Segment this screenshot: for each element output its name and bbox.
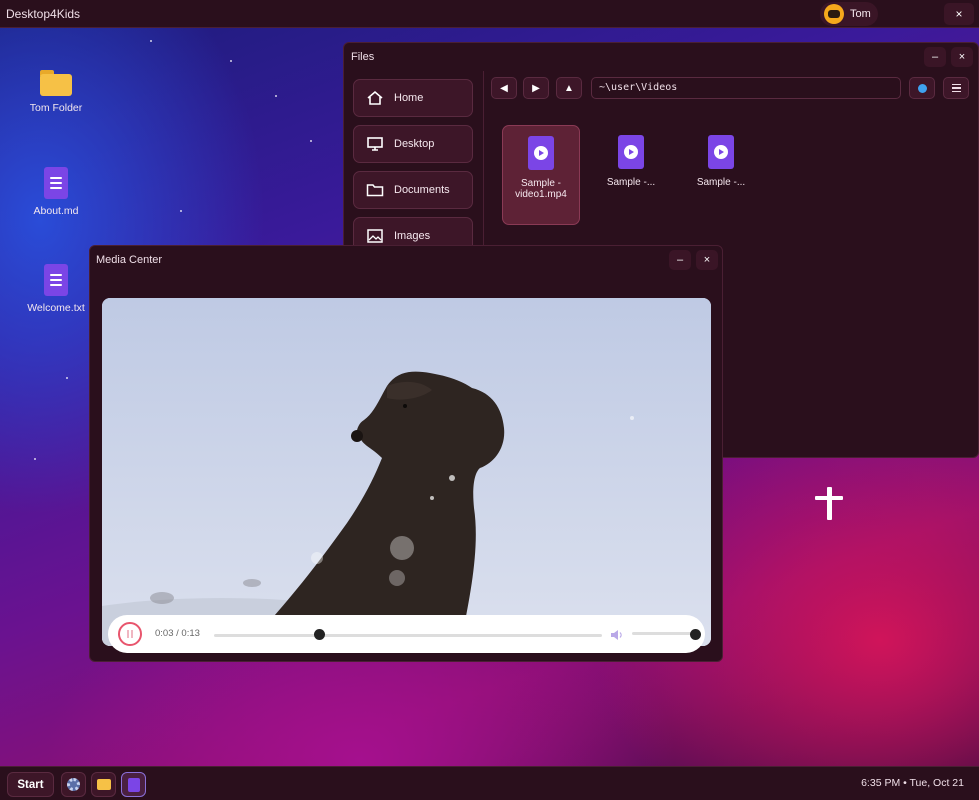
taskbar: Start 6:35 PM • Tue, Oct 21 [0, 766, 979, 800]
video-file-icon [528, 136, 554, 170]
menu-icon [951, 83, 961, 93]
media-title: Media Center [96, 254, 163, 266]
video-frame [102, 298, 711, 646]
file-name: Sample - video1.mp4 [515, 178, 567, 200]
file-name: Sample -... [606, 177, 656, 188]
close-button[interactable]: × [951, 47, 973, 67]
sidebar-item-label: Desktop [394, 138, 435, 150]
star [66, 377, 68, 379]
document-icon [44, 264, 68, 296]
file-name: Sample -... [696, 177, 746, 188]
gear-icon [67, 778, 80, 791]
folder-icon [96, 779, 111, 790]
seek-bar[interactable] [214, 634, 602, 637]
close-button[interactable]: × [696, 250, 718, 270]
media-titlebar[interactable]: Media Center – × [90, 246, 722, 274]
folder-icon [40, 70, 72, 96]
video-player[interactable] [102, 298, 711, 646]
files-title: Files [351, 51, 375, 63]
sidebar-item-documents[interactable]: Documents [353, 171, 473, 209]
minimize-button[interactable]: – [669, 250, 691, 270]
monitor-icon [366, 136, 384, 152]
avatar [824, 4, 844, 24]
taskbar-settings[interactable] [61, 772, 86, 797]
seek-thumb[interactable] [313, 629, 325, 640]
sidebar-item-home[interactable]: Home [353, 79, 473, 117]
back-button[interactable]: ◀ [491, 77, 517, 99]
video-file-icon [708, 135, 734, 169]
video-file-icon [618, 135, 644, 169]
star [275, 95, 277, 97]
start-button[interactable]: Start [7, 772, 54, 797]
top-close-button[interactable]: × [944, 3, 974, 25]
minimize-button[interactable]: – [924, 47, 946, 67]
star [150, 40, 152, 42]
star [310, 140, 312, 142]
folder-icon [366, 182, 384, 198]
media-center-window: Media Center – × 0:03 / 0:13 [89, 245, 723, 662]
file-item[interactable]: Sample -... [592, 125, 670, 225]
cross-decoration [815, 496, 843, 500]
pause-button[interactable] [118, 622, 142, 646]
path-field[interactable]: ~\user\Videos [591, 77, 901, 99]
home-icon [366, 90, 384, 106]
desktop-icon-label: Tom Folder [29, 102, 83, 114]
file-item[interactable]: Sample - video1.mp4 [502, 125, 580, 225]
sidebar-item-label: Images [394, 230, 431, 242]
search-icon [917, 83, 927, 93]
media-icon [127, 777, 140, 792]
document-icon [44, 167, 68, 199]
taskbar-files[interactable] [91, 772, 116, 797]
volume-icon[interactable] [610, 628, 624, 640]
search-button[interactable] [909, 77, 935, 99]
forward-button[interactable]: ▶ [523, 77, 549, 99]
cross-decoration [827, 487, 832, 520]
file-item[interactable]: Sample -... [682, 125, 760, 225]
clock: 6:35 PM • Tue, Oct 21 [861, 777, 964, 789]
desktop-icon-label: Welcome.txt [27, 302, 85, 314]
image-icon [366, 228, 384, 244]
desktop-icon-label: About.md [33, 205, 79, 217]
volume-thumb[interactable] [690, 629, 701, 640]
star [34, 458, 36, 460]
user-name: Tom [850, 8, 871, 20]
desktop-icon-tom-folder[interactable]: Tom Folder [21, 70, 91, 114]
sidebar-item-desktop[interactable]: Desktop [353, 125, 473, 163]
sidebar-item-label: Home [394, 92, 424, 104]
files-titlebar[interactable]: Files – × [344, 43, 978, 71]
taskbar-media-center[interactable] [121, 772, 146, 797]
up-button[interactable]: ▲ [556, 77, 582, 99]
playback-time: 0:03 / 0:13 [155, 628, 200, 639]
desktop-icon-about[interactable]: About.md [21, 167, 91, 217]
menu-button[interactable] [943, 77, 969, 99]
desktop-icon-welcome[interactable]: Welcome.txt [21, 264, 91, 314]
star [230, 60, 232, 62]
star [180, 210, 182, 212]
player-controls: 0:03 / 0:13 [108, 615, 705, 653]
app-brand: Desktop4Kids [6, 6, 81, 21]
top-bar: Desktop4Kids Tom × [0, 0, 979, 28]
sidebar-item-label: Documents [394, 184, 450, 196]
volume-slider[interactable] [632, 632, 695, 635]
files-toolbar: ◀ ▶ ▲ ~\user\Videos [491, 77, 971, 101]
user-menu[interactable]: Tom [820, 2, 878, 26]
